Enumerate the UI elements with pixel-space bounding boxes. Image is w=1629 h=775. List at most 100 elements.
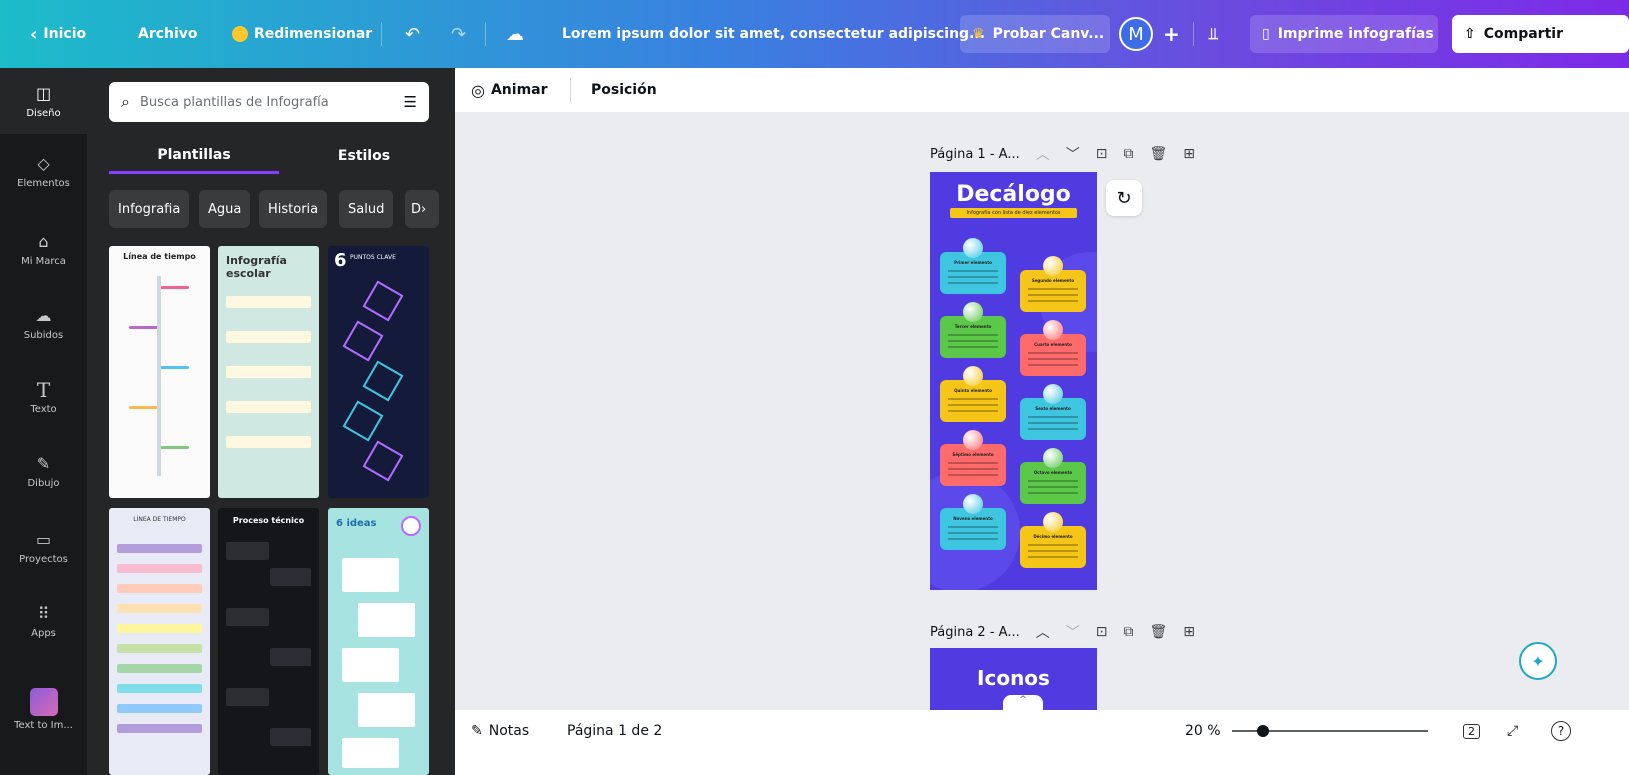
lock-icon[interactable]: ⊡ [1096,146,1108,162]
notes-button[interactable]: ✎ Notas [471,710,529,752]
chevron-right-icon: › [421,201,427,217]
card-text-line [1028,294,1078,296]
share-label: Compartir [1483,26,1563,42]
rail-item-text[interactable]: T Texto [0,364,87,430]
undo-icon: ↶ [405,23,421,45]
template-card-key-points[interactable]: 6 PUNTOS CLAVE [328,246,429,498]
page-indicator[interactable]: Página 1 de 2 [567,710,662,752]
chip-historia[interactable]: Historia [259,190,328,228]
chevron-down-icon[interactable]: ﹀ [1066,622,1080,642]
decor [342,648,399,682]
card-icon [963,238,983,258]
refresh-button[interactable]: ↻ [1106,180,1142,216]
decor [362,280,404,322]
search-input[interactable]: ⌕ Busca plantillas de Infografía ☰ [109,82,429,122]
template-card-timeline-2[interactable]: LÍNEA DE TIEMPO [109,508,210,775]
rail-item-text-to-image[interactable]: Text to Im... [0,676,87,742]
rail-item-elements[interactable]: ◇ Elementos [0,138,87,204]
add-page-icon[interactable]: ⊞ [1183,146,1195,162]
pages-count: 2 [1463,723,1480,739]
chip-agua[interactable]: Agua [199,190,251,228]
plus-icon: + [1163,22,1180,46]
infographic-card: Tercer elemento [940,316,1006,358]
card-text-line [948,276,998,278]
try-pro-label: Probar Canv... [992,26,1105,42]
decor [362,360,404,402]
resize-button[interactable]: Redimensionar [232,0,372,68]
card-icon [1043,320,1063,340]
template-title: Proceso técnico [232,516,305,525]
show-pages-button[interactable]: ^ [1003,695,1043,710]
decor [157,276,161,476]
decor [270,568,311,586]
infographic-card: Cuarto elemento [1020,334,1086,376]
add-page-icon[interactable]: ⊞ [1183,624,1195,640]
document-title[interactable]: Lorem ipsum dolor sit amet, consectetur … [562,0,985,68]
card-icon [1043,256,1063,276]
cloud-save-button[interactable]: ☁ [506,0,524,68]
tab-styles[interactable]: Estilos [299,138,429,174]
template-card-school[interactable]: Infografía escolar [218,246,319,498]
chevron-down-icon[interactable]: ﹀ [1066,144,1080,164]
rail-item-apps[interactable]: ⠿ Apps [0,588,87,654]
trash-icon[interactable]: 🗑 [1149,146,1167,162]
card-icon [963,494,983,514]
fullscreen-button[interactable]: ⤢ [1507,710,1518,752]
magic-assistant-button[interactable]: ✦ [1519,642,1557,680]
avatar[interactable]: M [1119,17,1153,51]
infographic-title: Iconos [977,666,1050,690]
home-button[interactable]: ‹ Inicio [30,0,86,68]
chip-infografia[interactable]: Infografia [109,190,190,228]
print-button[interactable]: ▯ Imprime infografías [1250,15,1438,53]
chip-more[interactable]: D › [405,190,439,228]
share-button[interactable]: ⇧ Compartir [1452,15,1629,53]
layout-icon: ◫ [35,84,52,103]
print-label: Imprime infografías [1277,26,1434,42]
rail-item-draw[interactable]: ✎ Dibujo [0,438,87,504]
lock-icon[interactable]: ⊡ [1096,624,1108,640]
analytics-button[interactable]: ⫫ [1209,0,1218,68]
shapes-icon: ◇ [37,154,50,173]
template-card-timeline[interactable]: Línea de tiempo [109,246,210,498]
page-title[interactable]: Página 2 - A... [930,625,1020,640]
decor [226,366,311,378]
template-card-six-ideas[interactable]: 6 ideas [328,508,429,775]
duplicate-icon[interactable]: ⧉ [1123,624,1133,640]
infographic-card: Primer elemento [940,252,1006,294]
page-title[interactable]: Página 1 - A... [930,147,1020,162]
trash-icon[interactable]: 🗑 [1149,624,1167,640]
filter-icon[interactable]: ☰ [404,93,417,111]
tab-templates[interactable]: Plantillas [109,138,279,174]
refresh-icon: ↻ [1116,187,1132,209]
zoom-slider-handle[interactable] [1257,725,1270,737]
undo-button[interactable]: ↶ [405,0,420,68]
card-label: Tercer elemento [954,324,992,329]
decor [226,401,311,413]
rail-item-uploads[interactable]: ☁ Subidos [0,290,87,356]
page-grid-button[interactable]: 2 [1463,710,1480,752]
duplicate-icon[interactable]: ⧉ [1123,146,1133,162]
rail-item-brand[interactable]: ⌂ Mi Marca [0,216,87,282]
help-button[interactable]: ? [1551,710,1571,752]
template-card-technical[interactable]: Proceso técnico [218,508,319,775]
add-collaborator-button[interactable]: + [1163,0,1180,68]
animate-button[interactable]: ◎ Animar [471,68,548,112]
zoom-slider[interactable] [1232,725,1428,737]
chip-salud[interactable]: Salud [339,190,394,228]
chevron-up-icon[interactable]: ︿ [1036,622,1050,642]
decor [342,558,399,592]
page-1[interactable]: Decálogo Infografía con lista de diez el… [930,172,1097,590]
try-pro-button[interactable]: ♛ Probar Canv... [960,15,1110,53]
chevron-up-icon[interactable]: ︿ [1036,144,1050,164]
page-2-header: Página 2 - A... ︿ ﹀ ⊡ ⧉ 🗑 ⊞ [930,622,1195,642]
chip-label: Agua [208,201,242,217]
decor [117,644,202,653]
zoom-value[interactable]: 20 % [1185,710,1221,752]
position-button[interactable]: Posición [591,68,657,112]
rail-item-design[interactable]: ◫ Diseño [0,68,87,134]
redo-button[interactable]: ↷ [451,0,466,68]
file-menu-button[interactable]: Archivo [138,0,198,68]
rail-item-projects[interactable]: ▭ Proyectos [0,514,87,580]
brand-icon: ⌂ [38,232,49,251]
position-label: Posición [591,82,657,98]
